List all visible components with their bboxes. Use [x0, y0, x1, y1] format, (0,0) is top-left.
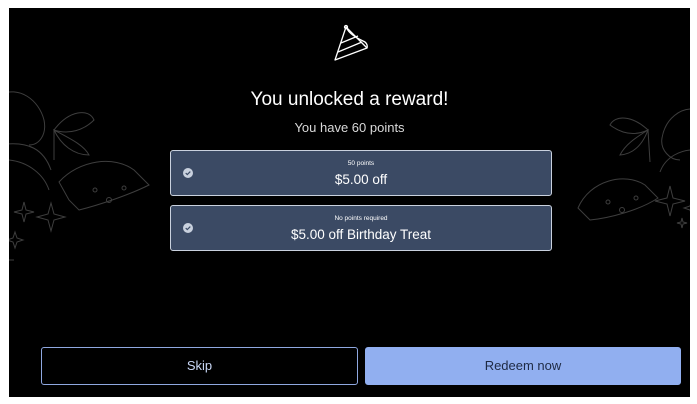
reward-title: You unlocked a reward! — [250, 89, 449, 110]
reward-points-cost: No points required — [334, 215, 388, 222]
redeem-now-button[interactable]: Redeem now — [365, 347, 681, 385]
party-hat-icon — [334, 24, 368, 61]
decorative-right-illustration — [577, 108, 690, 229]
reward-option[interactable]: 50 points $5.00 off — [170, 150, 552, 196]
reward-option[interactable]: No points required $5.00 off Birthday Tr… — [170, 205, 552, 251]
reward-screen: You unlocked a reward! You have 60 point… — [9, 8, 690, 397]
reward-label: $5.00 off Birthday Treat — [290, 227, 432, 242]
reward-label: $5.00 off — [334, 172, 388, 187]
skip-button[interactable]: Skip — [41, 347, 358, 385]
points-balance: You have 60 points — [294, 120, 405, 135]
reward-points-cost: 50 points — [347, 160, 375, 167]
